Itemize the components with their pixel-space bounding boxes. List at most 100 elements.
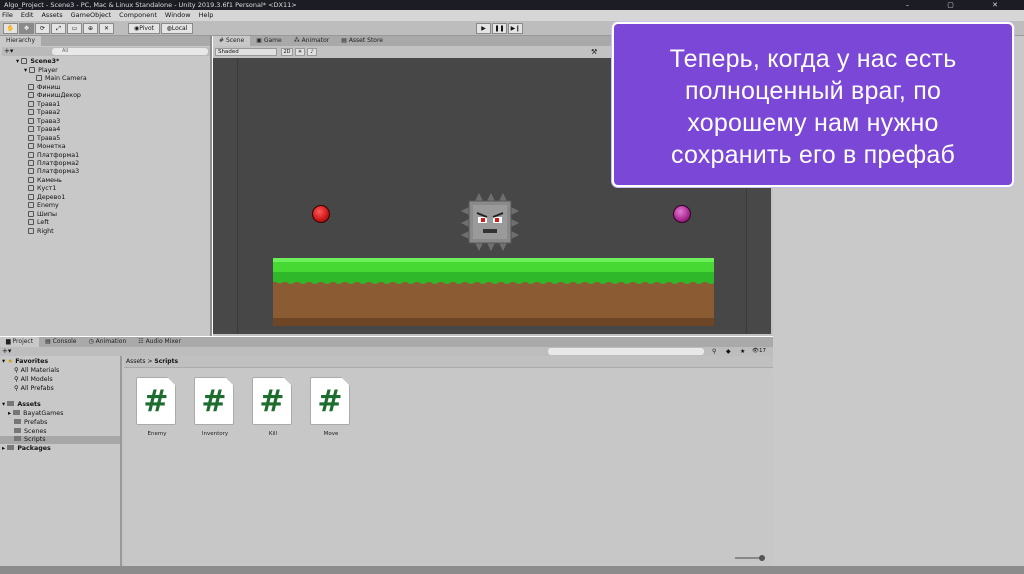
tab-audio-mixer[interactable]: ☷ Audio Mixer [132, 337, 187, 347]
gameobject-icon [28, 100, 34, 107]
menu-help[interactable]: Help [199, 10, 214, 21]
rotate-tool-icon[interactable]: ⟳ [35, 23, 50, 34]
assets-header[interactable]: ▾ Assets [2, 401, 41, 409]
label-icon[interactable]: ◆ [726, 347, 731, 356]
hierarchy-item[interactable]: Платформа1 [28, 151, 79, 160]
play-button[interactable]: ▶ [476, 23, 491, 34]
transform-tool-icon[interactable]: ⊕ [83, 23, 98, 34]
project-search-input[interactable] [548, 348, 704, 355]
pause-button[interactable]: ❚❚ [492, 23, 507, 34]
hierarchy-item[interactable]: Платформа3 [28, 168, 79, 176]
hierarchy-item[interactable]: Трава1 [28, 100, 60, 109]
packages-header[interactable]: ▸ Packages [2, 445, 51, 453]
tools-icon[interactable]: ⚒ [591, 48, 601, 56]
enemy-sprite[interactable] [461, 193, 519, 251]
custom-tool-icon[interactable]: ✕ [99, 23, 114, 34]
window-controls[interactable]: – ▢ ✕ [906, 0, 1016, 10]
tab-project[interactable]: ▆ Project [0, 337, 40, 347]
hierarchy-item[interactable]: Трава3 [28, 117, 60, 126]
red-coin-sprite[interactable] [312, 205, 330, 223]
search-icon: ⚲ [14, 376, 19, 383]
lighting-icon[interactable]: ☀ [295, 48, 305, 56]
hierarchy-item[interactable]: Enemy [28, 202, 59, 210]
hierarchy-item[interactable]: Монетка [28, 143, 66, 151]
hierarchy-item[interactable]: Трава4 [28, 126, 60, 134]
tab-animation[interactable]: ◷ Animation [83, 337, 133, 347]
hierarchy-item[interactable]: Main Camera [36, 75, 87, 83]
asset-folder-selected[interactable]: Scripts [0, 436, 120, 444]
gameobject-icon [28, 117, 34, 124]
menu-component[interactable]: Component [119, 10, 157, 21]
menu-gameobject[interactable]: GameObject [71, 10, 112, 21]
folder-icon [14, 428, 21, 433]
slide-callout: Теперь, когда у нас есть полноценный вра… [612, 22, 1014, 187]
favorite-item[interactable]: ⚲ All Prefabs [14, 385, 54, 393]
create-plus-icon[interactable]: +▾ [2, 347, 11, 356]
gameobject-icon [28, 227, 34, 234]
zoom-slider-thumb[interactable] [759, 555, 765, 561]
gameobject-icon [28, 109, 34, 116]
hierarchy-item[interactable]: Дерево1 [28, 193, 65, 202]
asset-folder[interactable]: ▸ BayatGames [8, 410, 63, 418]
script-asset[interactable]: # Kill [252, 377, 294, 437]
project-toolbar: +▾ ⚲ ◆ ★ 👁17 [0, 347, 773, 356]
breadcrumb-scripts[interactable]: Scripts [154, 358, 178, 365]
gameobject-icon [28, 202, 34, 209]
menu-window[interactable]: Window [165, 10, 191, 21]
filter-icon[interactable]: ⚲ [712, 347, 716, 356]
hierarchy-item[interactable]: Куст1 [28, 185, 56, 193]
star-icon[interactable]: ★ [740, 347, 745, 356]
folder-icon: ▆ [6, 338, 11, 345]
tab-game[interactable]: ▣ Game [250, 36, 287, 46]
rect-tool-icon[interactable]: ▭ [67, 23, 82, 34]
gameobject-icon [28, 210, 34, 217]
script-asset[interactable]: # Enemy [136, 377, 178, 437]
hierarchy-item[interactable]: Финиш [28, 83, 60, 92]
favorites-header[interactable]: ▾ ★ Favorites [2, 358, 48, 366]
local-toggle[interactable]: ◍Local [161, 23, 193, 34]
favorite-item[interactable]: ⚲ All Models [14, 376, 53, 384]
2d-toggle[interactable]: 2D [281, 48, 293, 56]
pivot-toggle[interactable]: ◉Pivot [128, 23, 160, 34]
ground-platform[interactable] [273, 258, 714, 326]
tab-animator[interactable]: ⁂ Animator [288, 36, 336, 46]
callout-line: полноценный враг, по [684, 77, 942, 105]
hierarchy-search-bar: +▾ All [2, 47, 210, 56]
asset-folder[interactable]: Scenes [14, 428, 46, 436]
hierarchy-item[interactable]: ▾ Player [24, 67, 58, 75]
script-asset[interactable]: # Inventory [194, 377, 236, 437]
shading-dropdown[interactable]: Shaded [215, 48, 277, 56]
hierarchy-item[interactable]: Камень [28, 176, 62, 185]
favorite-item[interactable]: ⚲ All Materials [14, 367, 59, 375]
hierarchy-item[interactable]: Left [28, 219, 49, 227]
hierarchy-item[interactable]: Шипы [28, 210, 57, 219]
gameobject-icon [28, 159, 34, 166]
menu-edit[interactable]: Edit [21, 10, 34, 21]
asset-folder[interactable]: Prefabs [14, 419, 47, 427]
plus-icon[interactable]: +▾ [4, 47, 13, 56]
gameobject-icon [28, 134, 34, 141]
hand-tool-icon[interactable]: ✋ [3, 23, 18, 34]
hierarchy-item[interactable]: Платформа2 [28, 159, 79, 168]
tab-asset-store[interactable]: ▤ Asset Store [335, 36, 389, 46]
audio-icon[interactable]: ♪ [307, 48, 317, 56]
csharp-script-icon: # [136, 377, 176, 425]
hierarchy-item[interactable]: Right [28, 227, 54, 236]
animation-icon: ◷ [88, 338, 94, 345]
hierarchy-item[interactable]: Трава2 [28, 109, 60, 117]
purple-coin-sprite[interactable] [673, 205, 691, 223]
step-button[interactable]: ▶❙ [508, 23, 523, 34]
script-asset[interactable]: # Move [310, 377, 352, 437]
scene-root[interactable]: ▾ Scene3* [16, 58, 59, 66]
breadcrumb-assets[interactable]: Assets [126, 358, 146, 365]
scale-tool-icon[interactable]: ⤢ [51, 23, 66, 34]
move-tool-icon[interactable]: ✥ [19, 23, 34, 34]
tab-hierarchy[interactable]: Hierarchy [0, 36, 42, 46]
menu-file[interactable]: File [2, 10, 13, 21]
menu-assets[interactable]: Assets [41, 10, 62, 21]
hierarchy-search-input[interactable]: All [52, 48, 208, 55]
tab-scene[interactable]: # Scene [213, 36, 251, 46]
hierarchy-item[interactable]: Трава5 [28, 134, 60, 143]
tab-console[interactable]: ▤ Console [39, 337, 82, 347]
hierarchy-item[interactable]: ФинишДекор [28, 92, 81, 100]
